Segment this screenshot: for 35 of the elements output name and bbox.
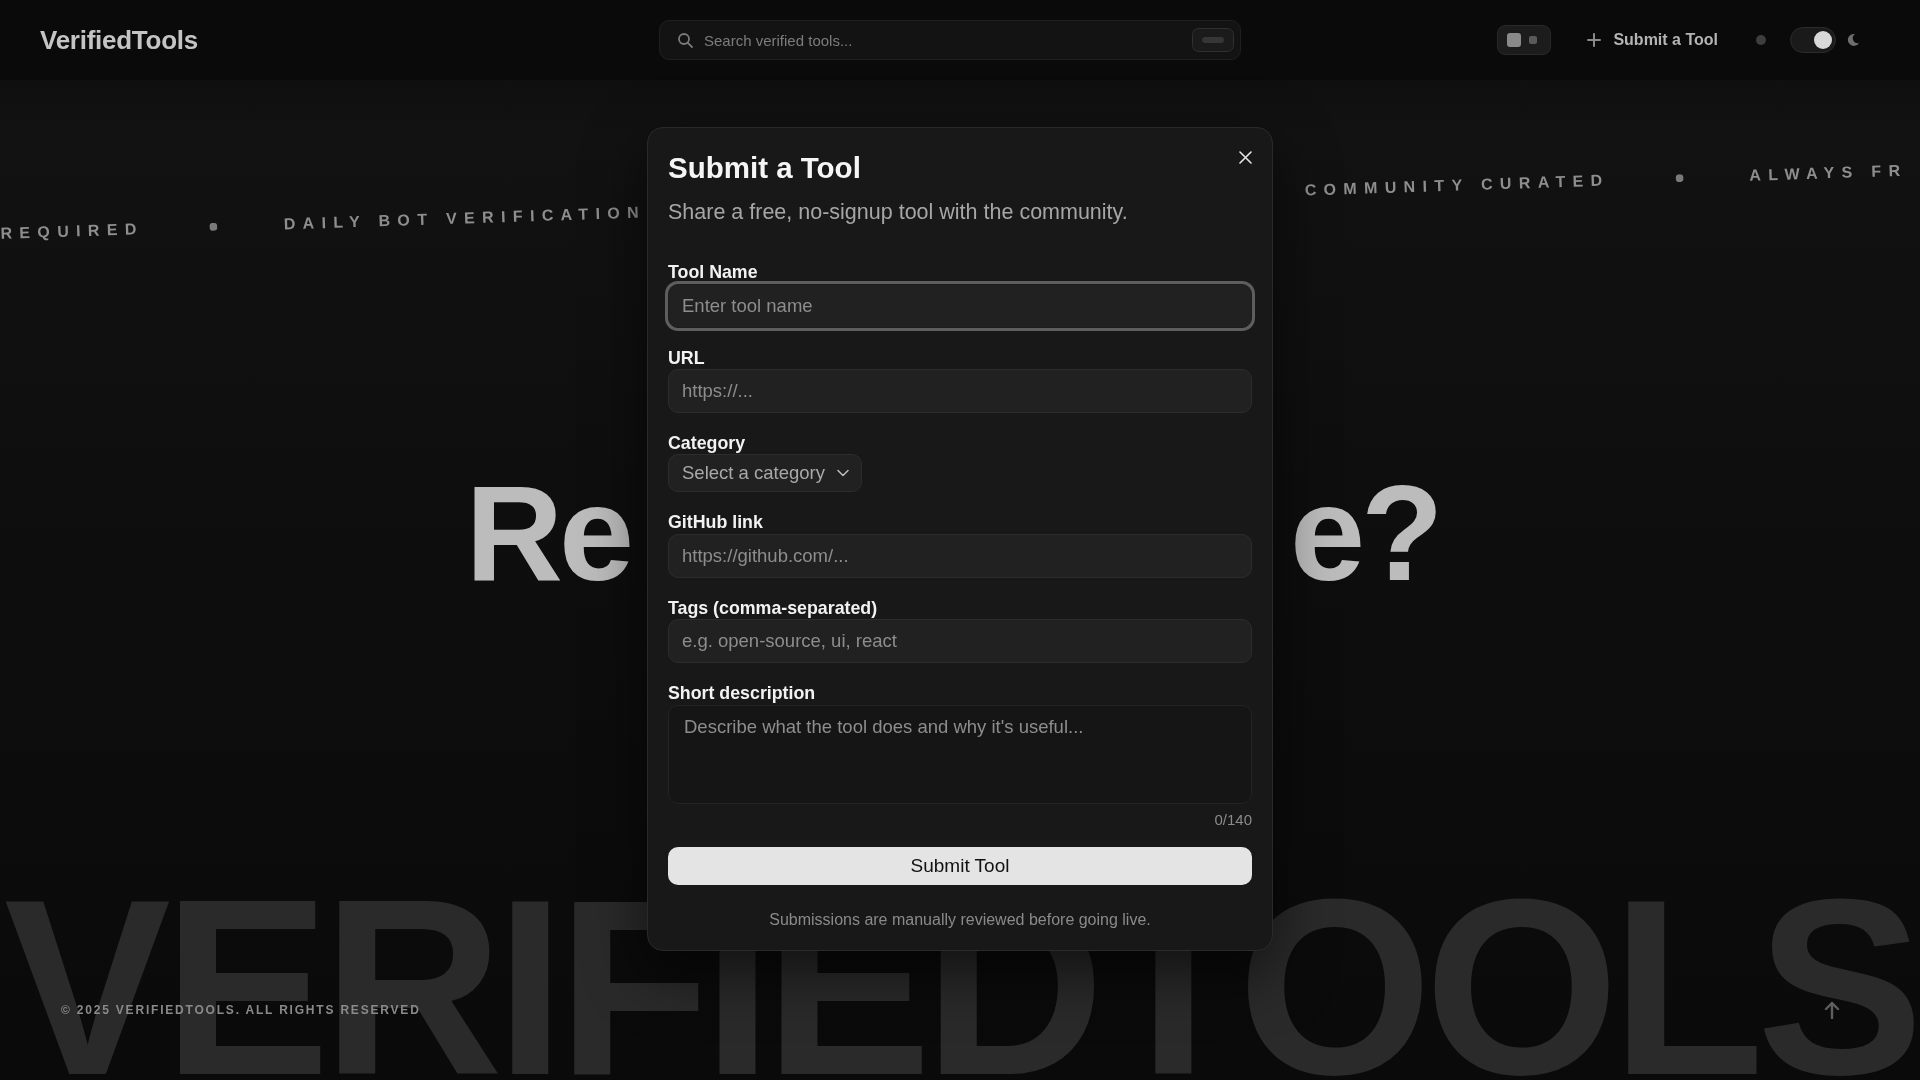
ticker-label: DAILY BOT VERIFICATION [283,203,647,234]
dot-icon [209,222,218,231]
chevron-down-icon [836,469,849,478]
input-field[interactable]: https://... [668,369,1252,413]
input-field[interactable]: Enter tool name [668,283,1252,328]
keycap-icon [1192,28,1234,52]
category-dropdown[interactable]: Select a category [668,454,862,493]
character-counter: 0/140 [1214,810,1252,829]
square-pill-icon[interactable] [1497,25,1552,55]
field-label: Tags (comma-separated) [668,597,879,619]
headline-text: Re [465,466,630,601]
field-label: GitHub link [668,512,764,533]
plus-icon [1587,33,1602,47]
ticker-label: COMMUNITY CURATED [1304,171,1610,200]
field-label: Category [668,433,747,454]
input-field[interactable]: e.g. open-source, ui, react [668,619,1252,664]
dialog-title: Submit a Tool [668,150,861,186]
ticker-label: ALWAYS FR [1749,161,1908,185]
close-icon [1239,151,1252,164]
submit-tool-link[interactable]: Submit a Tool [1579,25,1726,55]
headline-text: e? [1290,466,1440,601]
theme-toggle[interactable] [1790,27,1836,53]
dialog-subtitle: Share a free, no-signup tool with the community. [668,200,1129,227]
moon-icon[interactable] [1846,33,1860,47]
field-label: Tool Name [668,262,759,283]
field-label: URL [668,347,706,368]
dot-icon[interactable] [1756,35,1766,45]
dot-icon [1675,174,1684,183]
ticker-label: REQUIRED [0,220,145,243]
input-field[interactable]: https://github.com/... [668,533,1252,578]
site-logo[interactable]: VerifiedTools [40,24,198,56]
field-label: Short description [668,683,817,704]
search-icon [677,32,693,48]
textarea-field[interactable]: Describe what the tool does and why it's useful... [668,704,1252,804]
search-field[interactable]: Search verified tools... [659,20,1241,60]
